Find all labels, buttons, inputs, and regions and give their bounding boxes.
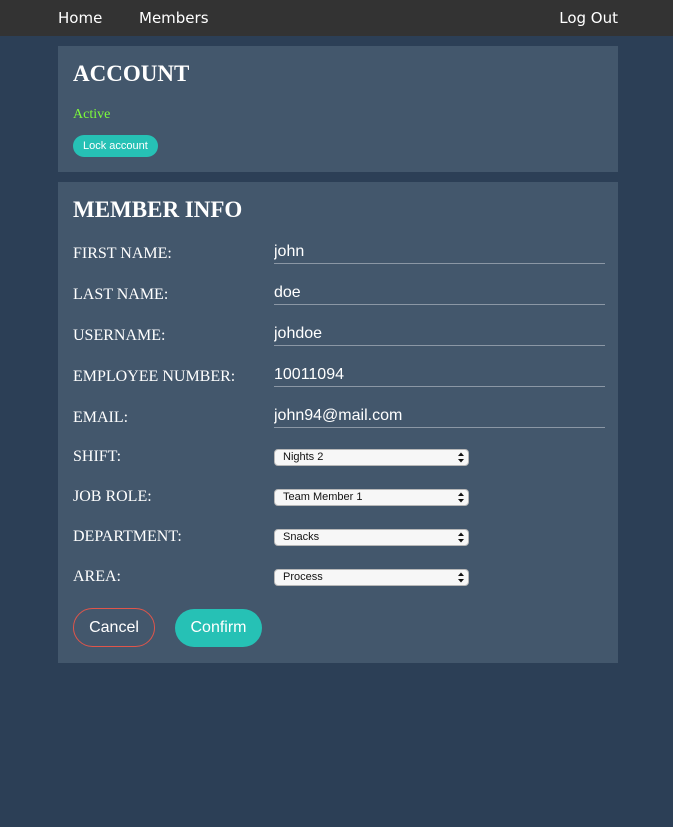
select-arrows-icon	[458, 572, 464, 583]
email-input[interactable]	[274, 405, 605, 428]
first-name-label: FIRST NAME:	[73, 245, 172, 262]
job-role-label: JOB ROLE:	[73, 488, 152, 505]
shift-select-value: Nights 2	[283, 451, 324, 463]
department-select[interactable]: Snacks	[274, 529, 469, 546]
employee-number-label: EMPLOYEE NUMBER:	[73, 368, 236, 385]
last-name-input[interactable]	[274, 282, 605, 305]
select-arrows-icon	[458, 532, 464, 543]
department-label: DEPARTMENT:	[73, 528, 182, 545]
employee-number-input[interactable]	[274, 364, 605, 387]
shift-label: SHIFT:	[73, 448, 122, 465]
job-role-select[interactable]: Team Member 1	[274, 489, 469, 506]
area-select-value: Process	[283, 571, 323, 583]
job-role-select-value: Team Member 1	[283, 491, 363, 503]
lock-account-button[interactable]: Lock account	[73, 135, 158, 157]
last-name-label: LAST NAME:	[73, 286, 169, 303]
area-label: AREA:	[73, 568, 121, 585]
select-arrows-icon	[458, 452, 464, 463]
username-label: USERNAME:	[73, 327, 166, 344]
nav-home-link[interactable]: Home	[58, 9, 102, 27]
confirm-button[interactable]: Confirm	[175, 609, 262, 647]
nav-logout-link[interactable]: Log Out	[559, 9, 618, 27]
member-info-title: MEMBER INFO	[73, 197, 243, 222]
email-label: EMAIL:	[73, 409, 129, 426]
top-navbar: Home Members Log Out	[0, 0, 673, 36]
nav-members-link[interactable]: Members	[139, 9, 209, 27]
department-select-value: Snacks	[283, 531, 320, 543]
select-arrows-icon	[458, 492, 464, 503]
account-title: ACCOUNT	[73, 61, 190, 86]
account-status: Active	[73, 107, 111, 122]
username-input[interactable]	[274, 323, 605, 346]
member-info-panel: MEMBER INFO FIRST NAME: LAST NAME: USERN…	[58, 182, 618, 663]
account-panel: ACCOUNT Active Lock account	[58, 46, 618, 172]
first-name-input[interactable]	[274, 241, 605, 264]
cancel-button[interactable]: Cancel	[73, 608, 155, 647]
area-select[interactable]: Process	[274, 569, 469, 586]
shift-select[interactable]: Nights 2	[274, 449, 469, 466]
